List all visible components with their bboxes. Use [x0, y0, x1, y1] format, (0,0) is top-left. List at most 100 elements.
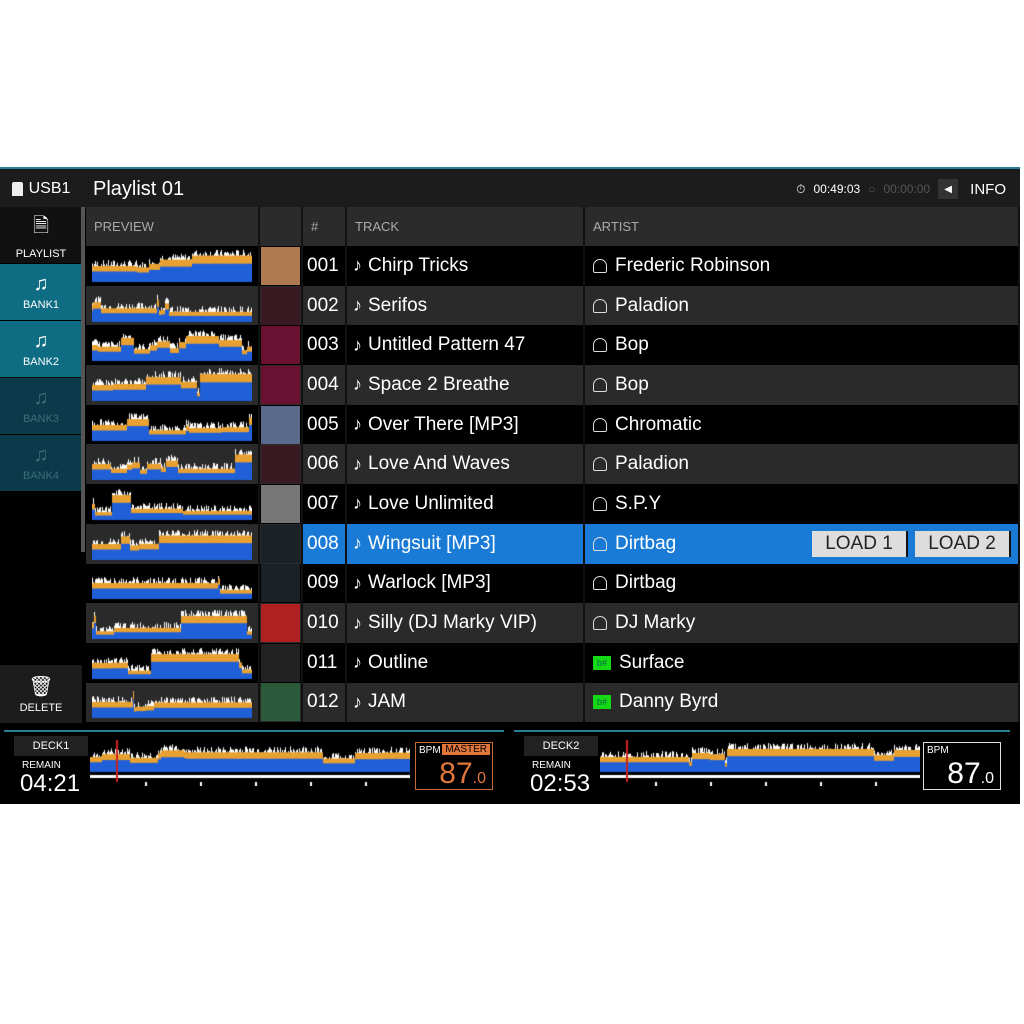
load-2-button[interactable]: LOAD 2 [915, 530, 1011, 557]
col-number[interactable]: # [303, 207, 347, 246]
preview-waveform[interactable] [92, 247, 252, 284]
artwork-cell [260, 484, 303, 524]
load-1-button[interactable]: LOAD 1 [812, 530, 908, 557]
usb-icon [11, 182, 23, 196]
preview-waveform[interactable] [92, 287, 252, 324]
sidebar-item-label: BANK1 [22, 299, 60, 311]
artwork-cell [260, 325, 303, 366]
artist-cell: b# Danny Byrd [585, 682, 1020, 723]
music-note-icon: ♪ [353, 493, 362, 514]
preview-waveform[interactable] [92, 366, 252, 403]
table-row[interactable]: 008 ♪ Wingsuit [MP3] Dirtbag LOAD 1 LOAD 2 [86, 523, 1020, 564]
table-row[interactable]: 002 ♪ Serifos Paladion [86, 285, 1020, 326]
info-toggle-button[interactable]: ◀ [938, 179, 959, 199]
timer-icon: ○ [868, 182, 876, 196]
preview-cell[interactable] [86, 325, 260, 366]
deck1: DECK1 REMAIN 04:21 BPM MASTER 87.0 [4, 730, 504, 806]
preview-waveform[interactable] [92, 525, 252, 562]
sidebar-item-bank1[interactable]: ♫ BANK1 [0, 264, 82, 320]
deck-waveform[interactable] [600, 740, 920, 786]
track-cell: ♪ Space 2 Breathe [347, 365, 585, 405]
artist-cell: DJ Marky [585, 603, 1020, 643]
track-cell: ♪ Wingsuit [MP3] [347, 523, 585, 564]
preview-cell[interactable] [86, 246, 260, 286]
music-note-icon: ♪ [353, 295, 362, 316]
sidebar-item-label: PLAYLIST [15, 247, 67, 260]
artwork-cell [260, 603, 303, 643]
key-icon: b# [593, 695, 611, 710]
artist-name: Surface [619, 651, 685, 673]
track-number: 012 [303, 682, 347, 723]
preview-cell[interactable] [86, 285, 260, 326]
preview-cell[interactable] [86, 682, 260, 723]
preview-waveform[interactable] [92, 565, 252, 602]
preview-waveform[interactable] [92, 644, 252, 681]
preview-cell[interactable] [86, 444, 260, 485]
scrollbar[interactable] [81, 207, 85, 552]
bpm-integer: 87 [439, 757, 473, 790]
col-artist[interactable]: ARTIST [585, 207, 1020, 246]
table-row[interactable]: 012 ♪ JAM b# Danny Byrd [86, 682, 1020, 723]
table-row[interactable]: 007 ♪ Love Unlimited S.P.Y [86, 484, 1020, 524]
preview-waveform[interactable] [92, 446, 252, 483]
sidebar-item-bank3[interactable]: ♫ BANK3 [0, 378, 82, 434]
remain-time: 02:53 [530, 770, 591, 797]
bpm-value: 87.0 [947, 757, 994, 791]
sidebar-item-playlist[interactable]: 🗎 PLAYLIST [0, 207, 82, 263]
preview-cell[interactable] [86, 365, 260, 405]
col-track[interactable]: TRACK [347, 207, 585, 246]
track-number: 003 [303, 325, 347, 366]
delete-button[interactable]: 🗑 DELETE [0, 665, 82, 723]
track-number: 010 [303, 603, 347, 643]
album-art [261, 604, 300, 643]
artist-cell: Chromatic [585, 404, 1020, 445]
preview-waveform[interactable] [92, 684, 252, 721]
track-cell: ♪ Outline [347, 642, 585, 683]
preview-cell[interactable] [86, 484, 260, 524]
col-preview[interactable]: PREVIEW [86, 207, 260, 246]
table-row[interactable]: 001 ♪ Chirp Tricks Frederic Robinson [86, 246, 1020, 286]
table-header: PREVIEW # TRACK ARTIST [86, 207, 1020, 246]
table-row[interactable]: 003 ♪ Untitled Pattern 47 Bop [86, 325, 1020, 366]
preview-cell[interactable] [86, 642, 260, 683]
preview-waveform[interactable] [92, 605, 252, 642]
preview-waveform[interactable] [92, 406, 252, 443]
table-row[interactable]: 010 ♪ Silly (DJ Marky VIP) DJ Marky [86, 603, 1020, 643]
track-cell: ♪ Untitled Pattern 47 [347, 325, 585, 366]
track-title: Warlock [MP3] [368, 572, 491, 594]
trash-icon: 🗑 [28, 676, 54, 698]
bpm-display: BPM 87.0 [923, 742, 1001, 790]
source-label: USB1 [28, 180, 71, 197]
bpm-integer: 87 [947, 757, 981, 790]
artist-name: Frederic Robinson [615, 254, 771, 276]
table-row[interactable]: 006 ♪ Love And Waves Paladion [86, 444, 1020, 485]
timer2: 00:00:00 [883, 182, 931, 196]
sidebar-item-bank2[interactable]: ♫ BANK2 [0, 321, 82, 377]
preview-cell[interactable] [86, 603, 260, 643]
music-note-icon: ♪ [353, 255, 362, 276]
key-icon: b# [593, 655, 611, 670]
table-row[interactable]: 005 ♪ Over There [MP3] Chromatic [86, 404, 1020, 445]
master-badge[interactable]: MASTER [442, 744, 490, 755]
info-label[interactable]: INFO [970, 181, 1006, 198]
preview-cell[interactable] [86, 404, 260, 445]
track-cell: ♪ Love Unlimited [347, 484, 585, 524]
track-title: Love Unlimited [368, 492, 494, 514]
table-row[interactable]: 004 ♪ Space 2 Breathe Bop [86, 365, 1020, 405]
sidebar-item-bank4[interactable]: ♫ BANK4 [0, 435, 82, 491]
preview-cell[interactable] [86, 523, 260, 564]
preview-cell[interactable] [86, 563, 260, 604]
track-number: 006 [303, 444, 347, 485]
table-row[interactable]: 009 ♪ Warlock [MP3] Dirtbag [86, 563, 1020, 604]
artist-cell: b# Surface [585, 642, 1020, 683]
preview-waveform[interactable] [92, 327, 252, 364]
table-row[interactable]: 011 ♪ Outline b# Surface [86, 642, 1020, 683]
deck-waveform[interactable] [90, 740, 410, 786]
sidebar-item-label: BANK3 [22, 413, 60, 425]
preview-waveform[interactable] [92, 485, 252, 522]
artwork-cell [260, 246, 303, 286]
track-title: Outline [368, 651, 429, 673]
music-note-icon: ♪ [353, 374, 362, 395]
source-usb-button[interactable]: USB1 [0, 169, 82, 209]
artist-name: Dirtbag [615, 532, 677, 554]
